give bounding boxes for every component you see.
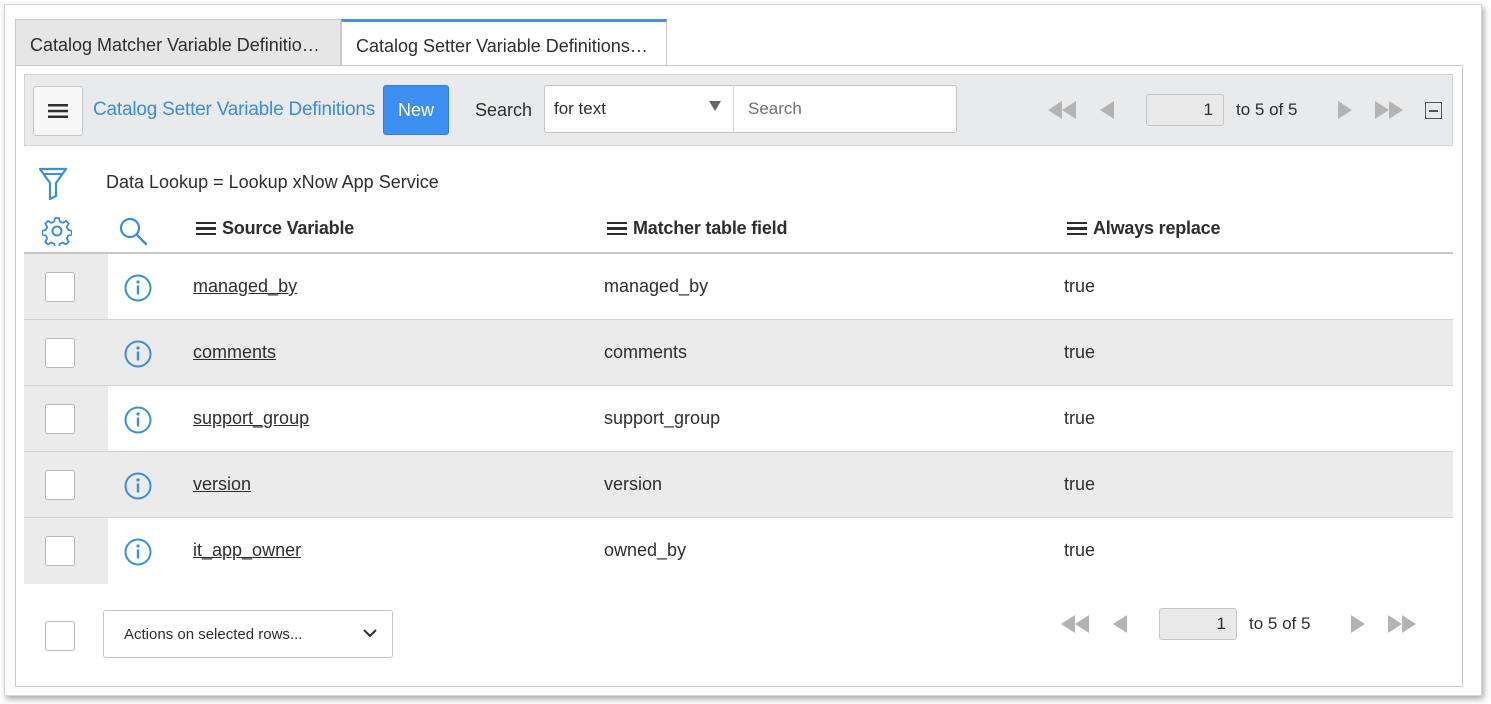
column-header-label: Source Variable <box>222 218 355 238</box>
previous-page-icon[interactable] <box>1108 608 1132 640</box>
column-menu-icon[interactable] <box>607 219 627 239</box>
matcher-field-cell: version <box>604 474 663 494</box>
source-variable-link[interactable]: version <box>193 474 251 495</box>
info-icon[interactable] <box>124 406 152 434</box>
column-menu-icon[interactable] <box>196 219 216 239</box>
list-rows: managed_by managed_by true comments comm… <box>24 254 1453 584</box>
filter-breadcrumb[interactable]: Data Lookup = Lookup xNow App Service <box>106 172 439 193</box>
actions-select[interactable]: Actions on selected rows... <box>103 610 393 658</box>
always-replace-cell: true <box>1064 474 1096 494</box>
page-range-text: to 5 of 5 <box>1236 100 1298 119</box>
page-number-input[interactable] <box>1159 608 1237 640</box>
source-variable-link[interactable]: it_app_owner <box>193 540 301 561</box>
actions-select-label: Actions on selected rows... <box>124 626 303 643</box>
search-field-select[interactable]: for text <box>544 85 734 133</box>
source-variable-link[interactable]: managed_by <box>193 276 297 297</box>
search-icon[interactable] <box>118 216 148 246</box>
table-row: managed_by managed_by true <box>24 254 1453 320</box>
matcher-field-cell: support_group <box>604 408 721 428</box>
info-icon[interactable] <box>124 538 152 566</box>
filter-icon[interactable] <box>38 166 68 200</box>
list-title[interactable]: Catalog Setter Variable Definitions <box>93 99 375 121</box>
pager-bottom: to 5 of 5 <box>1048 608 1428 640</box>
list-panel: Catalog Setter Variable Definitions New … <box>15 65 1463 687</box>
tab-catalog-setter-variable-definitions[interactable]: Catalog Setter Variable Definitions… <box>341 19 667 71</box>
list-frame: Catalog Matcher Variable Definitio… Cata… <box>4 4 1482 696</box>
column-header-always-replace[interactable]: Always replace <box>1067 218 1220 239</box>
last-page-icon[interactable] <box>1369 94 1409 126</box>
row-checkbox[interactable] <box>45 338 75 368</box>
list-toolbar: Catalog Setter Variable Definitions New … <box>24 74 1453 146</box>
column-header-source-variable[interactable]: Source Variable <box>196 218 354 239</box>
source-variable-link[interactable]: comments <box>193 342 276 363</box>
row-checkbox[interactable] <box>45 404 75 434</box>
new-button[interactable]: New <box>383 85 449 135</box>
info-icon[interactable] <box>124 340 152 368</box>
always-replace-cell: true <box>1064 540 1096 560</box>
last-page-icon[interactable] <box>1382 608 1422 640</box>
caret-down-icon <box>709 101 721 111</box>
always-replace-cell: true <box>1064 408 1096 428</box>
first-page-icon[interactable] <box>1042 94 1082 126</box>
page-number-input[interactable] <box>1146 94 1224 126</box>
source-variable-link[interactable]: support_group <box>193 408 309 429</box>
select-all-checkbox[interactable] <box>45 621 75 651</box>
table-row: comments comments true <box>24 320 1453 386</box>
gear-icon[interactable] <box>42 216 72 246</box>
column-header-matcher-table-field[interactable]: Matcher table field <box>607 218 787 239</box>
matcher-field-cell: owned_by <box>604 540 687 560</box>
always-replace-cell: true <box>1064 276 1096 296</box>
next-page-icon[interactable] <box>1333 94 1357 126</box>
chevron-down-icon <box>363 629 377 638</box>
list-menu-button[interactable] <box>33 86 83 136</box>
table-row: version version true <box>24 452 1453 518</box>
table-row: support_group support_group true <box>24 386 1453 452</box>
search-input[interactable] <box>733 85 957 133</box>
info-icon[interactable] <box>124 274 152 302</box>
collapse-icon[interactable] <box>1425 102 1442 119</box>
matcher-field-cell: comments <box>604 342 688 362</box>
column-menu-icon[interactable] <box>1067 219 1087 239</box>
first-page-icon[interactable] <box>1055 608 1095 640</box>
table-row: it_app_owner owned_by true <box>24 518 1453 584</box>
info-icon[interactable] <box>124 472 152 500</box>
previous-page-icon[interactable] <box>1095 94 1119 126</box>
always-replace-cell: true <box>1064 342 1096 362</box>
pager-top: to 5 of 5 <box>1035 94 1415 126</box>
next-page-icon[interactable] <box>1346 608 1370 640</box>
page-range-text: to 5 of 5 <box>1249 614 1311 633</box>
search-field-selected: for text <box>554 99 606 118</box>
tab-catalog-matcher-variable-definitions[interactable]: Catalog Matcher Variable Definitio… <box>15 19 341 71</box>
matcher-field-cell: managed_by <box>604 276 709 296</box>
column-header-label: Matcher table field <box>633 218 788 238</box>
row-checkbox[interactable] <box>45 536 75 566</box>
column-header-label: Always replace <box>1093 218 1221 238</box>
row-checkbox[interactable] <box>45 470 75 500</box>
hamburger-menu-icon <box>48 104 68 118</box>
row-checkbox[interactable] <box>45 272 75 302</box>
search-label: Search <box>475 100 533 120</box>
